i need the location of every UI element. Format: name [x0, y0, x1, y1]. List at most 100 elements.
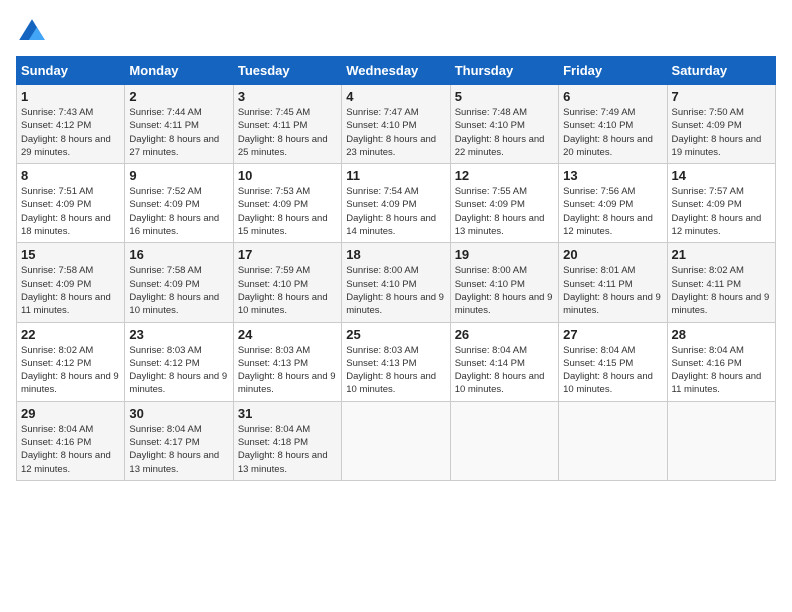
day-detail: Sunrise: 8:04 AMSunset: 4:15 PMDaylight:… — [563, 344, 662, 397]
calendar-cell: 18 Sunrise: 8:00 AMSunset: 4:10 PMDaylig… — [342, 243, 450, 322]
calendar-cell: 1 Sunrise: 7:43 AMSunset: 4:12 PMDayligh… — [17, 85, 125, 164]
calendar-cell: 21 Sunrise: 8:02 AMSunset: 4:11 PMDaylig… — [667, 243, 775, 322]
day-detail: Sunrise: 8:00 AMSunset: 4:10 PMDaylight:… — [455, 264, 554, 317]
calendar-cell: 16 Sunrise: 7:58 AMSunset: 4:09 PMDaylig… — [125, 243, 233, 322]
day-detail: Sunrise: 7:59 AMSunset: 4:10 PMDaylight:… — [238, 264, 337, 317]
calendar-week-5: 29 Sunrise: 8:04 AMSunset: 4:16 PMDaylig… — [17, 401, 776, 480]
day-number: 4 — [346, 89, 445, 104]
day-number: 25 — [346, 327, 445, 342]
day-number: 9 — [129, 168, 228, 183]
calendar-cell: 7 Sunrise: 7:50 AMSunset: 4:09 PMDayligh… — [667, 85, 775, 164]
calendar-cell: 23 Sunrise: 8:03 AMSunset: 4:12 PMDaylig… — [125, 322, 233, 401]
day-number: 23 — [129, 327, 228, 342]
header-sunday: Sunday — [17, 57, 125, 85]
day-detail: Sunrise: 7:57 AMSunset: 4:09 PMDaylight:… — [672, 185, 771, 238]
day-detail: Sunrise: 7:51 AMSunset: 4:09 PMDaylight:… — [21, 185, 120, 238]
calendar-week-3: 15 Sunrise: 7:58 AMSunset: 4:09 PMDaylig… — [17, 243, 776, 322]
page-header — [16, 16, 776, 48]
header-friday: Friday — [559, 57, 667, 85]
day-number: 5 — [455, 89, 554, 104]
header-wednesday: Wednesday — [342, 57, 450, 85]
day-number: 27 — [563, 327, 662, 342]
day-detail: Sunrise: 8:04 AMSunset: 4:18 PMDaylight:… — [238, 423, 337, 476]
calendar-cell: 27 Sunrise: 8:04 AMSunset: 4:15 PMDaylig… — [559, 322, 667, 401]
calendar-cell: 10 Sunrise: 7:53 AMSunset: 4:09 PMDaylig… — [233, 164, 341, 243]
day-detail: Sunrise: 8:04 AMSunset: 4:14 PMDaylight:… — [455, 344, 554, 397]
calendar-cell: 9 Sunrise: 7:52 AMSunset: 4:09 PMDayligh… — [125, 164, 233, 243]
calendar-cell: 14 Sunrise: 7:57 AMSunset: 4:09 PMDaylig… — [667, 164, 775, 243]
day-number: 21 — [672, 247, 771, 262]
calendar-cell — [342, 401, 450, 480]
calendar-cell: 31 Sunrise: 8:04 AMSunset: 4:18 PMDaylig… — [233, 401, 341, 480]
calendar-cell: 2 Sunrise: 7:44 AMSunset: 4:11 PMDayligh… — [125, 85, 233, 164]
day-number: 26 — [455, 327, 554, 342]
calendar-cell: 28 Sunrise: 8:04 AMSunset: 4:16 PMDaylig… — [667, 322, 775, 401]
calendar-cell: 8 Sunrise: 7:51 AMSunset: 4:09 PMDayligh… — [17, 164, 125, 243]
day-detail: Sunrise: 7:56 AMSunset: 4:09 PMDaylight:… — [563, 185, 662, 238]
logo — [16, 16, 52, 48]
day-detail: Sunrise: 7:48 AMSunset: 4:10 PMDaylight:… — [455, 106, 554, 159]
day-detail: Sunrise: 8:04 AMSunset: 4:16 PMDaylight:… — [21, 423, 120, 476]
calendar-cell: 25 Sunrise: 8:03 AMSunset: 4:13 PMDaylig… — [342, 322, 450, 401]
day-number: 20 — [563, 247, 662, 262]
calendar-cell: 20 Sunrise: 8:01 AMSunset: 4:11 PMDaylig… — [559, 243, 667, 322]
day-number: 8 — [21, 168, 120, 183]
day-number: 18 — [346, 247, 445, 262]
day-detail: Sunrise: 8:04 AMSunset: 4:17 PMDaylight:… — [129, 423, 228, 476]
calendar-cell: 3 Sunrise: 7:45 AMSunset: 4:11 PMDayligh… — [233, 85, 341, 164]
day-detail: Sunrise: 7:52 AMSunset: 4:09 PMDaylight:… — [129, 185, 228, 238]
day-number: 17 — [238, 247, 337, 262]
calendar-cell: 22 Sunrise: 8:02 AMSunset: 4:12 PMDaylig… — [17, 322, 125, 401]
calendar-header-row: SundayMondayTuesdayWednesdayThursdayFrid… — [17, 57, 776, 85]
day-detail: Sunrise: 8:02 AMSunset: 4:11 PMDaylight:… — [672, 264, 771, 317]
calendar-week-4: 22 Sunrise: 8:02 AMSunset: 4:12 PMDaylig… — [17, 322, 776, 401]
day-detail: Sunrise: 8:03 AMSunset: 4:13 PMDaylight:… — [346, 344, 445, 397]
logo-icon — [16, 16, 48, 48]
day-number: 7 — [672, 89, 771, 104]
day-number: 13 — [563, 168, 662, 183]
day-number: 29 — [21, 406, 120, 421]
day-number: 12 — [455, 168, 554, 183]
day-detail: Sunrise: 7:58 AMSunset: 4:09 PMDaylight:… — [21, 264, 120, 317]
day-detail: Sunrise: 7:50 AMSunset: 4:09 PMDaylight:… — [672, 106, 771, 159]
day-number: 30 — [129, 406, 228, 421]
day-detail: Sunrise: 8:03 AMSunset: 4:12 PMDaylight:… — [129, 344, 228, 397]
day-detail: Sunrise: 8:00 AMSunset: 4:10 PMDaylight:… — [346, 264, 445, 317]
calendar-cell: 30 Sunrise: 8:04 AMSunset: 4:17 PMDaylig… — [125, 401, 233, 480]
calendar-cell: 19 Sunrise: 8:00 AMSunset: 4:10 PMDaylig… — [450, 243, 558, 322]
day-number: 3 — [238, 89, 337, 104]
header-saturday: Saturday — [667, 57, 775, 85]
calendar-week-2: 8 Sunrise: 7:51 AMSunset: 4:09 PMDayligh… — [17, 164, 776, 243]
day-detail: Sunrise: 8:03 AMSunset: 4:13 PMDaylight:… — [238, 344, 337, 397]
calendar-week-1: 1 Sunrise: 7:43 AMSunset: 4:12 PMDayligh… — [17, 85, 776, 164]
day-number: 22 — [21, 327, 120, 342]
day-number: 15 — [21, 247, 120, 262]
calendar-cell: 6 Sunrise: 7:49 AMSunset: 4:10 PMDayligh… — [559, 85, 667, 164]
calendar-cell: 26 Sunrise: 8:04 AMSunset: 4:14 PMDaylig… — [450, 322, 558, 401]
day-detail: Sunrise: 7:54 AMSunset: 4:09 PMDaylight:… — [346, 185, 445, 238]
day-number: 19 — [455, 247, 554, 262]
calendar-table: SundayMondayTuesdayWednesdayThursdayFrid… — [16, 56, 776, 481]
calendar-cell: 24 Sunrise: 8:03 AMSunset: 4:13 PMDaylig… — [233, 322, 341, 401]
calendar-cell — [450, 401, 558, 480]
day-number: 24 — [238, 327, 337, 342]
calendar-cell: 15 Sunrise: 7:58 AMSunset: 4:09 PMDaylig… — [17, 243, 125, 322]
day-number: 10 — [238, 168, 337, 183]
day-detail: Sunrise: 8:01 AMSunset: 4:11 PMDaylight:… — [563, 264, 662, 317]
calendar-cell — [667, 401, 775, 480]
calendar-cell — [559, 401, 667, 480]
calendar-cell: 29 Sunrise: 8:04 AMSunset: 4:16 PMDaylig… — [17, 401, 125, 480]
calendar-cell: 17 Sunrise: 7:59 AMSunset: 4:10 PMDaylig… — [233, 243, 341, 322]
day-number: 6 — [563, 89, 662, 104]
day-detail: Sunrise: 7:53 AMSunset: 4:09 PMDaylight:… — [238, 185, 337, 238]
calendar-cell: 4 Sunrise: 7:47 AMSunset: 4:10 PMDayligh… — [342, 85, 450, 164]
calendar-cell: 13 Sunrise: 7:56 AMSunset: 4:09 PMDaylig… — [559, 164, 667, 243]
day-detail: Sunrise: 7:49 AMSunset: 4:10 PMDaylight:… — [563, 106, 662, 159]
day-detail: Sunrise: 8:02 AMSunset: 4:12 PMDaylight:… — [21, 344, 120, 397]
calendar-cell: 11 Sunrise: 7:54 AMSunset: 4:09 PMDaylig… — [342, 164, 450, 243]
header-monday: Monday — [125, 57, 233, 85]
day-detail: Sunrise: 7:45 AMSunset: 4:11 PMDaylight:… — [238, 106, 337, 159]
day-number: 31 — [238, 406, 337, 421]
day-number: 1 — [21, 89, 120, 104]
day-detail: Sunrise: 8:04 AMSunset: 4:16 PMDaylight:… — [672, 344, 771, 397]
